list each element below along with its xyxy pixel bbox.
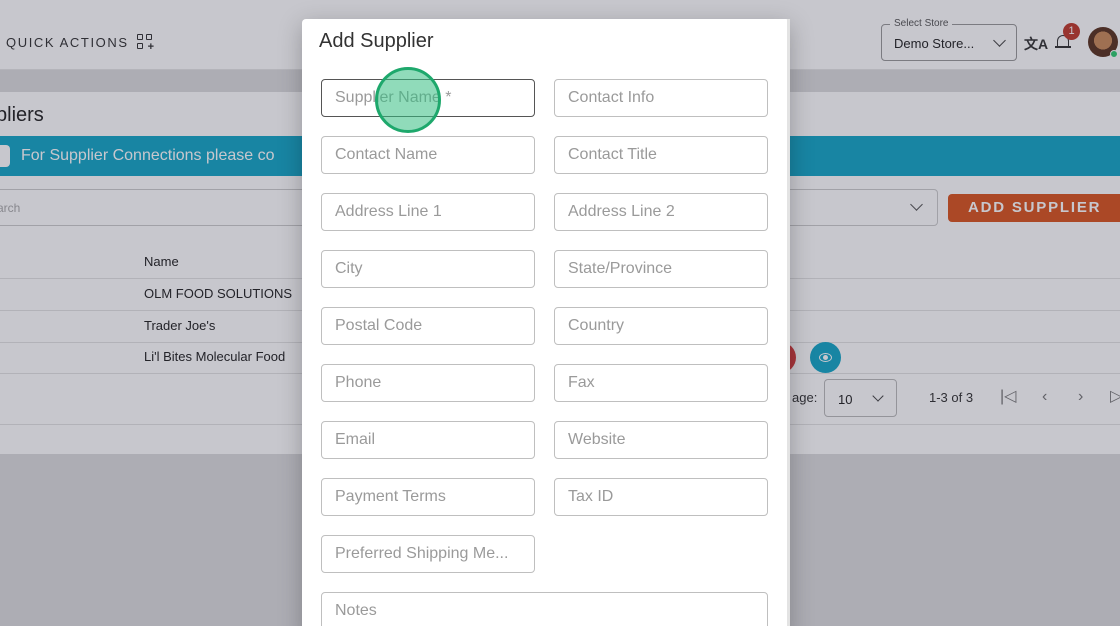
website-field[interactable] xyxy=(554,421,768,459)
state-province-field[interactable] xyxy=(554,250,768,288)
dialog-title: Add Supplier xyxy=(319,30,434,52)
supplier-name-field[interactable] xyxy=(321,79,535,117)
contact-info-field[interactable] xyxy=(554,79,768,117)
city-field[interactable] xyxy=(321,250,535,288)
email-field[interactable] xyxy=(321,421,535,459)
add-supplier-dialog: Add Supplier xyxy=(302,19,790,626)
contact-name-field[interactable] xyxy=(321,136,535,174)
phone-field[interactable] xyxy=(321,364,535,402)
postal-code-field[interactable] xyxy=(321,307,535,345)
address-line-2-field[interactable] xyxy=(554,193,768,231)
tax-id-field[interactable] xyxy=(554,478,768,516)
fax-field[interactable] xyxy=(554,364,768,402)
preferred-shipping-field[interactable] xyxy=(321,535,535,573)
payment-terms-field[interactable] xyxy=(321,478,535,516)
address-line-1-field[interactable] xyxy=(321,193,535,231)
notes-field[interactable] xyxy=(321,592,768,626)
contact-title-field[interactable] xyxy=(554,136,768,174)
dialog-scrollbar[interactable] xyxy=(787,19,790,626)
country-field[interactable] xyxy=(554,307,768,345)
